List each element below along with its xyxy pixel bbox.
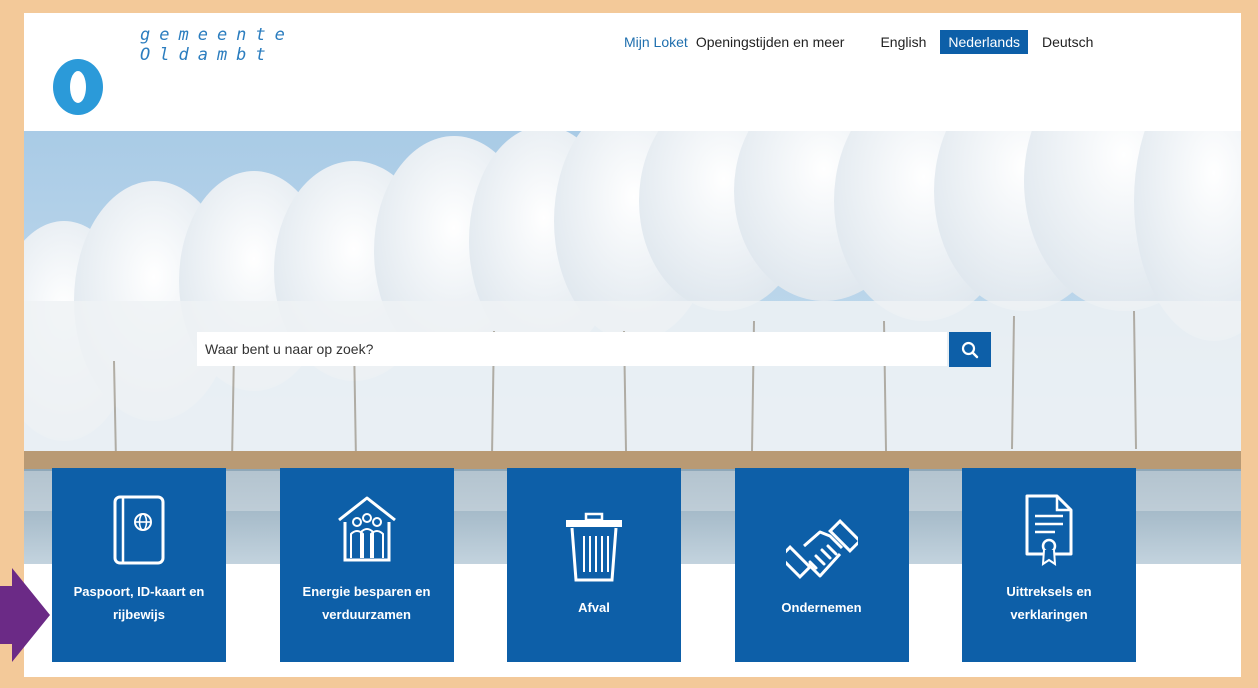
site-logo[interactable]: gemeente Oldambt bbox=[52, 25, 302, 135]
handshake-icon bbox=[785, 519, 858, 579]
search-icon bbox=[961, 341, 979, 358]
tile-label-ondernemen: Ondernemen bbox=[781, 600, 862, 615]
search-button[interactable] bbox=[949, 332, 991, 367]
search-bar bbox=[197, 332, 991, 367]
certificate-icon bbox=[1025, 494, 1073, 566]
search-input[interactable] bbox=[197, 332, 947, 366]
tile-energie[interactable]: Energie besparen en verduurzamen bbox=[279, 468, 454, 662]
tile-label-energie: Energie besparen en verduurzamen bbox=[302, 584, 431, 622]
tile-label-paspoort: Paspoort, ID-kaart en rijbewijs bbox=[73, 584, 205, 622]
trash-bin-icon bbox=[566, 512, 622, 582]
tile-ondernemen[interactable]: Ondernemen bbox=[734, 468, 909, 662]
annotation-arrow-icon bbox=[0, 568, 50, 662]
tile-afval[interactable]: Afval bbox=[507, 468, 681, 662]
language-english[interactable]: English bbox=[872, 30, 934, 54]
page-frame: gemeente Oldambt Mijn Loket Openingstijd… bbox=[24, 13, 1241, 677]
house-people-icon bbox=[337, 496, 396, 562]
passport-icon bbox=[113, 495, 165, 565]
logo-word-gemeente: gemeente bbox=[140, 25, 294, 45]
logo-word-oldambt: Oldambt bbox=[140, 45, 275, 65]
openingstijden-link[interactable]: Openingstijden en meer bbox=[696, 34, 845, 50]
tile-uittreksels[interactable]: Uittreksels en verklaringen bbox=[962, 468, 1136, 662]
logo-mark-icon bbox=[53, 59, 103, 115]
tile-label-uittreksels: Uittreksels en verklaringen bbox=[1006, 584, 1092, 622]
mijn-loket-link[interactable]: Mijn Loket bbox=[624, 34, 688, 50]
top-navigation: Mijn Loket Openingstijden en meer Englis… bbox=[624, 30, 1107, 54]
language-deutsch[interactable]: Deutsch bbox=[1034, 30, 1101, 54]
service-tiles: Paspoort, ID-kaart en rijbewijs Energie … bbox=[52, 468, 1190, 662]
tile-label-afval: Afval bbox=[578, 600, 610, 615]
tile-paspoort[interactable]: Paspoort, ID-kaart en rijbewijs bbox=[52, 468, 226, 662]
language-nederlands[interactable]: Nederlands bbox=[940, 30, 1028, 54]
